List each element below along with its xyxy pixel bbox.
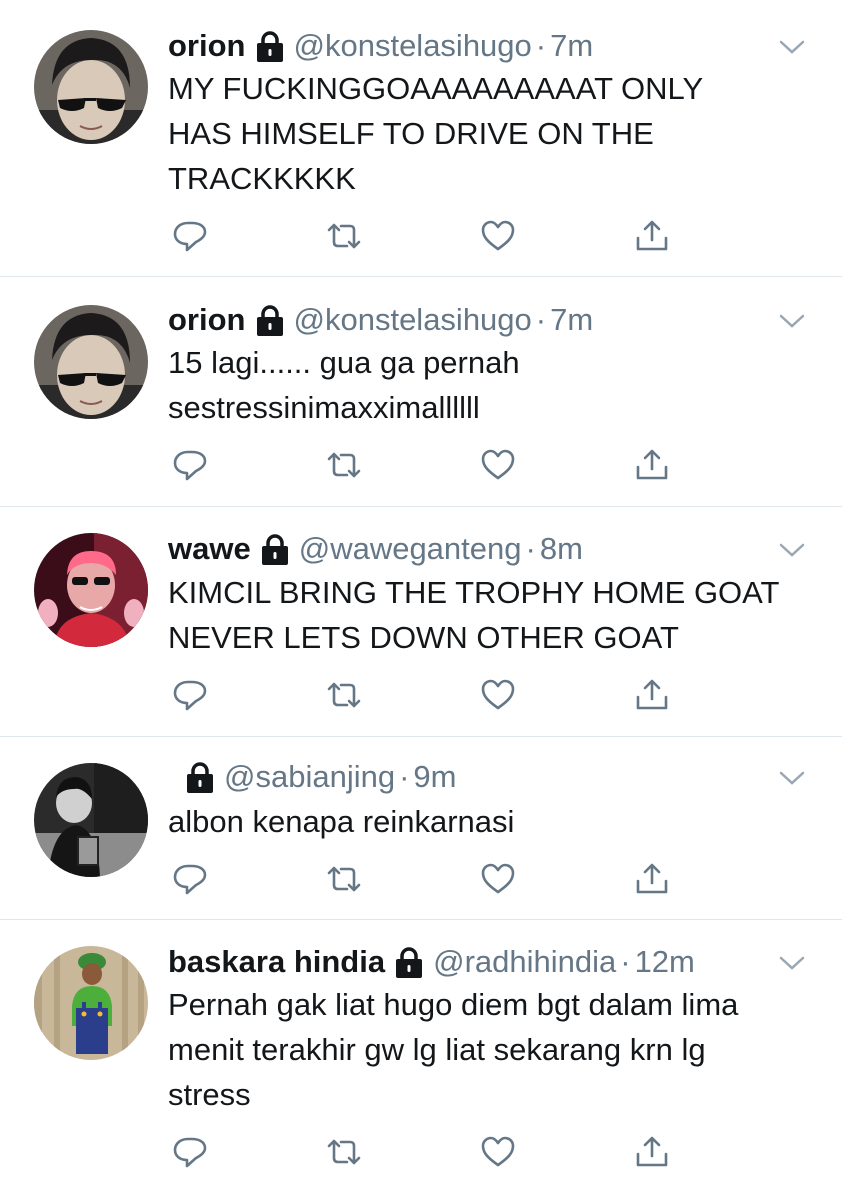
share-icon[interactable] [634, 861, 670, 897]
tweet-actions [168, 861, 688, 901]
tweet[interactable]: @sabianjing · 9m albon kenapa reinkarnas… [0, 737, 842, 920]
tweet-header: orion @konstelasihugo · 7m [168, 26, 593, 66]
lock-icon [261, 533, 289, 565]
tweet-header: @sabianjing · 9m [168, 757, 456, 797]
display-name[interactable]: orion [168, 302, 246, 338]
tweet-text: MY FUCKINGGOAAAAAAAAAT ONLY HAS HIMSELF … [168, 71, 704, 196]
handle[interactable]: @sabianjing [224, 759, 395, 795]
tweet-actions [168, 447, 688, 487]
reply-icon[interactable] [172, 861, 208, 897]
chevron-down-icon[interactable] [778, 769, 806, 787]
avatar[interactable] [34, 763, 148, 877]
share-icon[interactable] [634, 677, 670, 713]
avatar[interactable] [34, 30, 148, 144]
retweet-icon[interactable] [326, 447, 362, 483]
tweet[interactable]: orion @konstelasihugo · 7m 15 lagi......… [0, 277, 842, 507]
reply-icon[interactable] [172, 677, 208, 713]
tweet-header: orion @konstelasihugo · 7m [168, 300, 593, 340]
retweet-icon[interactable] [326, 1134, 362, 1170]
tweet-actions [168, 677, 688, 717]
like-icon[interactable] [480, 447, 516, 483]
lock-icon [256, 30, 284, 62]
handle[interactable]: @konstelasihugo [294, 302, 532, 338]
chevron-down-icon[interactable] [778, 38, 806, 56]
timestamp[interactable]: 7m [550, 302, 593, 338]
handle[interactable]: @konstelasihugo [294, 28, 532, 64]
tweet-actions [168, 218, 688, 258]
share-icon[interactable] [634, 447, 670, 483]
tweet-header: baskara hindia @radhihindia · 12m [168, 942, 695, 982]
retweet-icon[interactable] [326, 677, 362, 713]
share-icon[interactable] [634, 218, 670, 254]
tweet-text: KIMCIL BRING THE TROPHY HOME GOAT NEVER … [168, 575, 780, 655]
share-icon[interactable] [634, 1134, 670, 1170]
lock-icon [256, 304, 284, 336]
separator: · [535, 28, 547, 63]
tweet-actions [168, 1134, 688, 1174]
display-name[interactable]: baskara hindia [168, 944, 385, 980]
tweet[interactable]: wawe @waweganteng · 8m KIMCIL BRING THE … [0, 507, 842, 737]
retweet-icon[interactable] [326, 218, 362, 254]
handle[interactable]: @waweganteng [299, 531, 522, 567]
timestamp[interactable]: 7m [550, 28, 593, 64]
timestamp[interactable]: 8m [540, 531, 583, 567]
timestamp[interactable]: 9m [413, 759, 456, 795]
chevron-down-icon[interactable] [778, 541, 806, 559]
tweet-header: wawe @waweganteng · 8m [168, 529, 583, 569]
separator: · [535, 302, 547, 337]
display-name[interactable]: orion [168, 28, 246, 64]
handle[interactable]: @radhihindia [433, 944, 616, 980]
reply-icon[interactable] [172, 447, 208, 483]
avatar[interactable] [34, 305, 148, 419]
tweet[interactable]: baskara hindia @radhihindia · 12m Pernah… [0, 920, 842, 1200]
tweet-text: Pernah gak liat hugo diem bgt dalam lima… [168, 987, 739, 1112]
separator: · [399, 759, 410, 794]
like-icon[interactable] [480, 1134, 516, 1170]
tweet-text: 15 lagi...... gua ga pernah sestressinim… [168, 345, 520, 425]
retweet-icon[interactable] [326, 861, 362, 897]
like-icon[interactable] [480, 677, 516, 713]
tweet[interactable]: orion @konstelasihugo · 7m MY FUCKINGGOA… [0, 0, 842, 277]
separator: · [620, 944, 631, 979]
reply-icon[interactable] [172, 218, 208, 254]
reply-icon[interactable] [172, 1134, 208, 1170]
timestamp[interactable]: 12m [635, 944, 695, 980]
avatar[interactable] [34, 946, 148, 1060]
timeline: orion @konstelasihugo · 7m MY FUCKINGGOA… [0, 0, 842, 1200]
like-icon[interactable] [480, 861, 516, 897]
tweet-text: albon kenapa reinkarnasi [168, 804, 515, 839]
separator: · [525, 531, 536, 566]
chevron-down-icon[interactable] [778, 954, 806, 972]
lock-icon [395, 946, 423, 978]
display-name[interactable]: wawe [168, 531, 251, 567]
chevron-down-icon[interactable] [778, 312, 806, 330]
like-icon[interactable] [480, 218, 516, 254]
lock-icon [186, 761, 214, 793]
avatar[interactable] [34, 533, 148, 647]
